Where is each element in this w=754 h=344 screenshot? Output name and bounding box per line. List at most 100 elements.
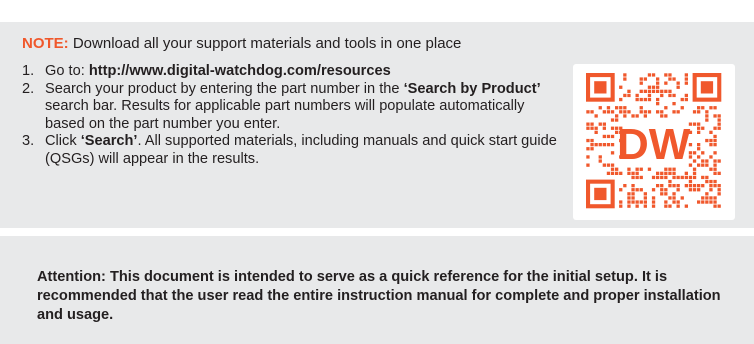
qr-module (701, 163, 705, 167)
qr-module (615, 171, 619, 175)
qr-module (701, 151, 705, 155)
qr-module (586, 155, 590, 159)
qr-module (709, 200, 713, 204)
qr-module (651, 188, 656, 192)
qr-module (635, 114, 639, 118)
qr-module (717, 192, 721, 196)
qr-module (623, 184, 627, 188)
qr-module (586, 126, 590, 130)
qr-module (697, 200, 701, 204)
qr-module (717, 188, 721, 192)
note-label: NOTE: (22, 35, 69, 52)
qr-module (701, 196, 705, 200)
qr-module (660, 110, 664, 114)
qr-module (713, 171, 717, 175)
qr-module (676, 81, 680, 85)
qr-module (709, 179, 713, 184)
qr-module (660, 175, 664, 180)
qr-module (672, 110, 676, 114)
qr-module (619, 85, 623, 89)
qr-module (664, 200, 668, 204)
qr-module (639, 106, 643, 110)
qr-module (643, 200, 647, 204)
qr-module (602, 163, 606, 167)
qr-module (627, 93, 631, 98)
qr-module (651, 204, 656, 208)
qr-module (672, 171, 676, 175)
qr-module (602, 143, 606, 147)
qr-module (590, 147, 594, 151)
qr-module (692, 188, 697, 192)
qr-module (619, 97, 623, 102)
qr-module (680, 106, 684, 110)
qr-module (713, 114, 717, 118)
qr-module (635, 93, 639, 98)
qr-module (680, 175, 684, 180)
qr-module (717, 159, 721, 163)
qr-module (705, 200, 709, 204)
qr-module (697, 126, 701, 130)
qr-module (643, 110, 647, 114)
qr-module (598, 122, 602, 126)
qr-module (676, 85, 680, 89)
qr-module (656, 110, 660, 114)
qr-module (639, 89, 643, 93)
qr-module (713, 134, 717, 139)
qr-module (705, 138, 709, 143)
qr-module (705, 175, 709, 180)
qr-module (713, 138, 717, 143)
qr-module (610, 126, 615, 130)
qr-module (610, 143, 615, 147)
qr-module (594, 130, 598, 134)
qr-module (602, 134, 606, 139)
qr-module (635, 204, 639, 208)
qr-module (631, 175, 635, 180)
qr-module (713, 126, 717, 130)
qr-module (610, 167, 615, 171)
qr-module (692, 175, 697, 180)
qr-module (668, 196, 672, 200)
qr-module (664, 171, 668, 175)
qr-module (692, 122, 697, 126)
search-by-product-label: ‘Search by Product’ (403, 80, 541, 97)
qr-module (697, 163, 701, 167)
resources-link[interactable]: http://www.digital-watchdog.com/resource… (89, 63, 391, 79)
qr-module (664, 114, 668, 118)
dw-logo: DW (617, 120, 691, 169)
qr-module (656, 184, 660, 188)
qr-module (586, 110, 590, 114)
qr-module (660, 93, 664, 98)
qr-module (668, 179, 672, 184)
qr-module (705, 192, 709, 196)
qr-module (717, 122, 721, 126)
qr-module (709, 138, 713, 143)
qr-module (697, 110, 701, 114)
qr-module (594, 114, 598, 118)
qr-module (705, 118, 709, 122)
qr-module (647, 85, 652, 89)
qr-code-icon: DW (586, 73, 722, 209)
qr-module (713, 200, 717, 204)
qr-module (701, 175, 705, 180)
qr-module (651, 200, 656, 204)
qr-module (643, 89, 647, 93)
qr-module (717, 171, 721, 175)
qr-module (713, 159, 717, 163)
qr-module (664, 192, 668, 196)
qr-module (713, 179, 717, 184)
qr-module (713, 151, 717, 155)
qr-module (713, 167, 717, 171)
qr-module (717, 184, 721, 188)
qr-module (635, 175, 639, 180)
qr-module (668, 204, 672, 208)
qr-module (660, 184, 664, 188)
qr-module (631, 196, 635, 200)
qr-module (627, 171, 631, 175)
qr-module (705, 179, 709, 184)
qr-module (688, 184, 693, 188)
qr-module (697, 106, 701, 110)
qr-module (701, 184, 705, 188)
qr-module (590, 122, 594, 126)
qr-module (598, 143, 602, 147)
qr-module (709, 130, 713, 134)
